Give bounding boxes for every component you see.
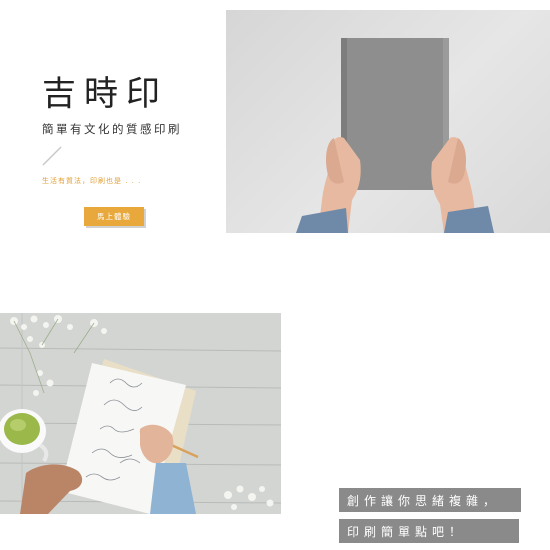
slash-divider-icon [42,146,62,166]
tagline: 生活有質法，印刷也是 . . . [42,177,142,185]
notebook-photo [226,10,550,233]
caption-line-2: 印刷簡單點吧！ [339,519,519,543]
calligraphy-photo [0,313,281,514]
brand-title: 吉時印 [42,74,168,114]
caption-line-1: 創作讓你思緒複雜， [339,488,521,512]
brand-subtitle: 簡單有文化的質感印刷 [42,122,182,136]
try-now-button[interactable]: 馬上體驗 [84,207,144,226]
